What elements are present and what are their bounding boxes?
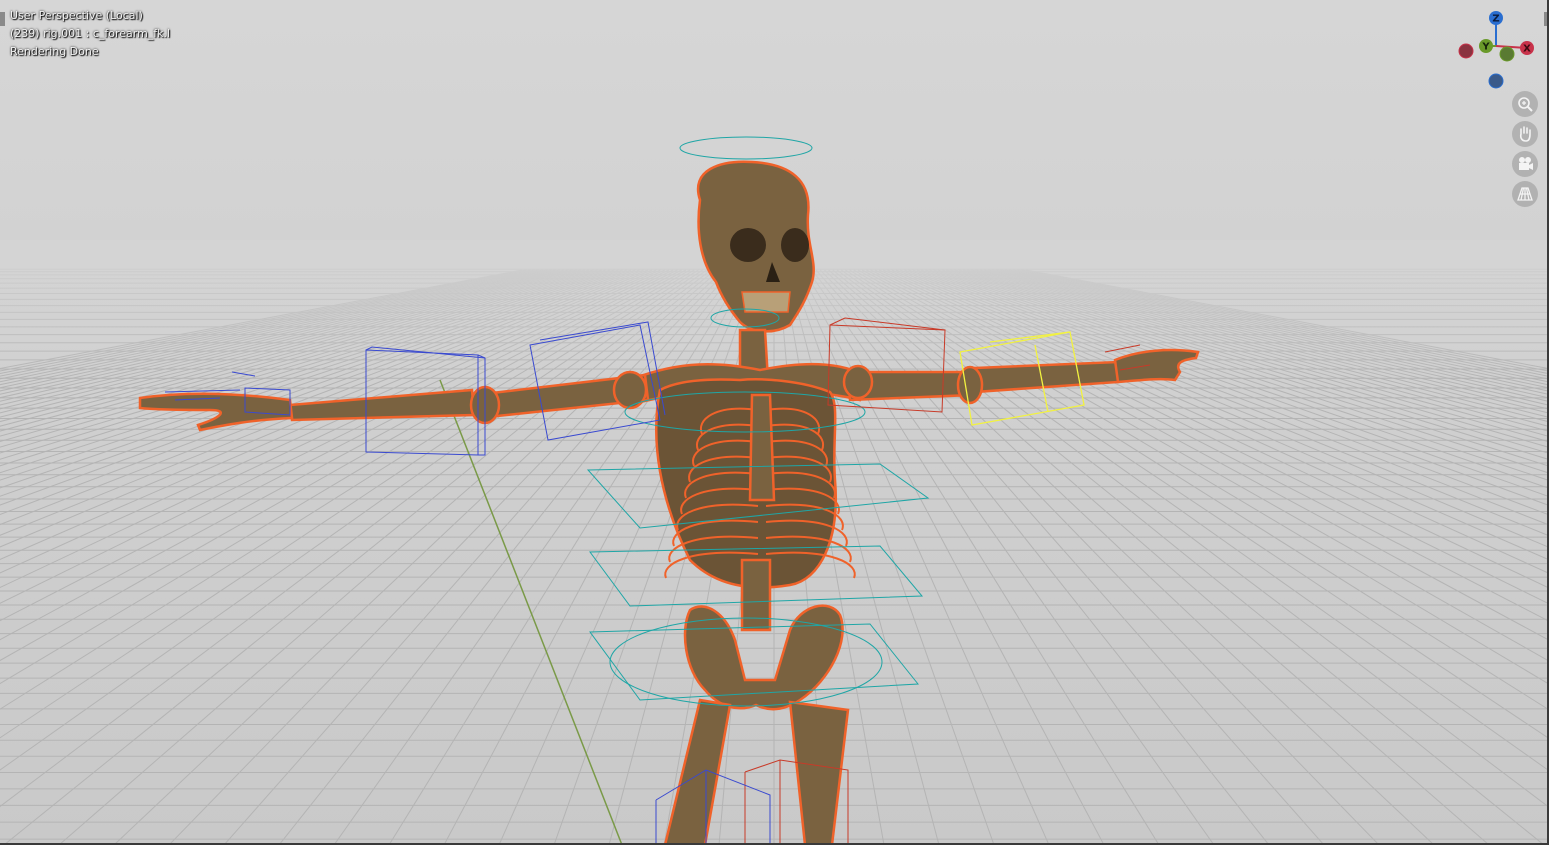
left-region-handle[interactable] bbox=[0, 12, 5, 26]
scene-canvas[interactable] bbox=[0, 0, 1549, 845]
neg-y-axis-handle[interactable] bbox=[1499, 46, 1515, 62]
rib-cage bbox=[655, 378, 837, 589]
camera-icon bbox=[1519, 157, 1533, 170]
orientation-gizmo[interactable]: Z Y X bbox=[1452, 8, 1542, 93]
right-shoulder bbox=[842, 364, 874, 400]
zoom-button[interactable] bbox=[1512, 91, 1538, 117]
view-perspective-label: User Perspective (Local) bbox=[10, 9, 143, 22]
right-region-handle[interactable] bbox=[1544, 12, 1547, 26]
perspective-grid-icon bbox=[1517, 187, 1533, 201]
lumbar-spine bbox=[740, 558, 772, 632]
right-elbow bbox=[956, 365, 984, 405]
left-shoulder bbox=[612, 370, 648, 410]
camera-view-button[interactable] bbox=[1512, 151, 1538, 177]
head-widget-halo bbox=[679, 136, 813, 160]
neg-z-axis-handle[interactable] bbox=[1488, 73, 1504, 89]
sternum bbox=[748, 393, 776, 502]
right-eye-socket bbox=[781, 228, 809, 262]
zoom-icon bbox=[1518, 97, 1533, 112]
render-status-label: Rendering Done bbox=[10, 45, 99, 58]
3d-viewport[interactable]: User Perspective (Local) (239) rig.001 :… bbox=[0, 0, 1549, 845]
right-femur bbox=[788, 700, 850, 843]
left-eye-socket bbox=[730, 228, 766, 262]
y-axis-label: Y bbox=[1481, 42, 1490, 53]
left-hand bbox=[138, 392, 294, 432]
z-axis-label: Z bbox=[1492, 14, 1499, 25]
neg-x-axis-handle[interactable] bbox=[1458, 43, 1474, 59]
y-axis-line bbox=[439, 379, 623, 843]
perspective-toggle-button[interactable] bbox=[1512, 181, 1538, 207]
pan-button[interactable] bbox=[1512, 121, 1538, 147]
pan-hand-icon bbox=[1519, 126, 1531, 142]
x-axis-label: X bbox=[1523, 44, 1531, 55]
active-object-label: (239) rig.001 : c_forearm_fk.l bbox=[10, 27, 171, 40]
